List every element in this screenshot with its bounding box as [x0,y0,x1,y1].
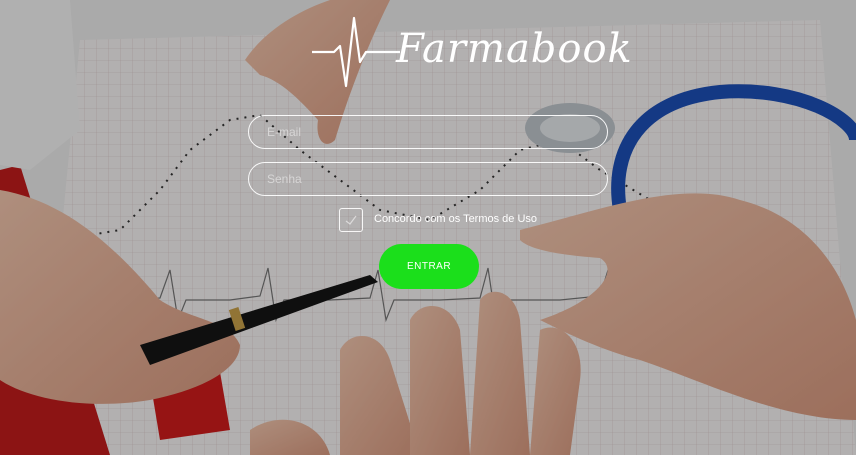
check-icon [345,215,357,225]
email-input[interactable] [248,115,608,149]
login-button[interactable]: ENTRAR [379,244,479,289]
heartbeat-icon [312,16,400,88]
password-input[interactable] [248,162,608,196]
brand-logo: Farmabook [310,12,632,92]
terms-label[interactable]: Concordo com os Termos de Uso [374,213,537,225]
terms-checkbox[interactable] [339,208,363,232]
brand-name: Farmabook [396,26,633,72]
